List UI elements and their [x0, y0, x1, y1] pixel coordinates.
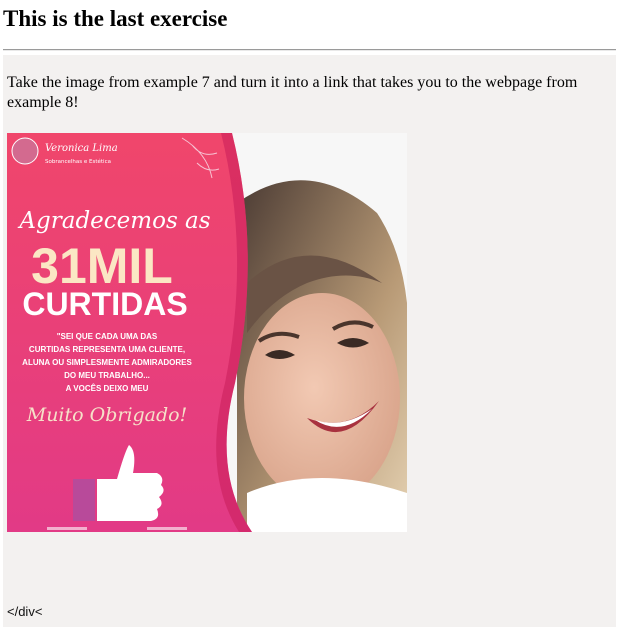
poster-big-word: CURTIDAS	[22, 286, 187, 322]
raw-markup-text: </div<	[7, 604, 43, 619]
promo-image[interactable]: Veronica Lima Sobrancelhas e Estética Ag…	[7, 133, 407, 532]
poster-message-line: A VOCÊS DEIXO MEU	[66, 384, 149, 393]
white-top	[247, 478, 407, 532]
brand-subtitle: Sobrancelhas e Estética	[45, 158, 111, 165]
poster-message-line: "SEI QUE CADA UMA DAS	[57, 332, 158, 341]
brand-logo-icon	[11, 137, 39, 165]
bottom-caption-bar	[47, 527, 87, 530]
instructions-text: Take the image from example 7 and turn i…	[7, 74, 578, 111]
face-shape	[244, 293, 400, 503]
page-title: This is the last exercise	[3, 6, 228, 31]
brand-name: Veronica Lima	[45, 143, 118, 154]
poster-signoff: Muito Obrigado!	[26, 404, 188, 426]
horizontal-rule	[3, 49, 616, 51]
poster-message-line: CURTIDAS REPRESENTA UMA CLIENTE,	[29, 345, 185, 354]
poster-headline: Agradecemos as	[17, 208, 210, 234]
bottom-caption-bar	[147, 527, 187, 530]
content-panel: Take the image from example 7 and turn i…	[3, 55, 616, 627]
poster-message-line: DO MEU TRABALHO...	[64, 371, 150, 380]
poster-message-line: ALUNA OU SIMPLESMENTE ADMIRADORES	[22, 358, 192, 367]
image-link[interactable]: Veronica Lima Sobrancelhas e Estética Ag…	[7, 133, 407, 532]
